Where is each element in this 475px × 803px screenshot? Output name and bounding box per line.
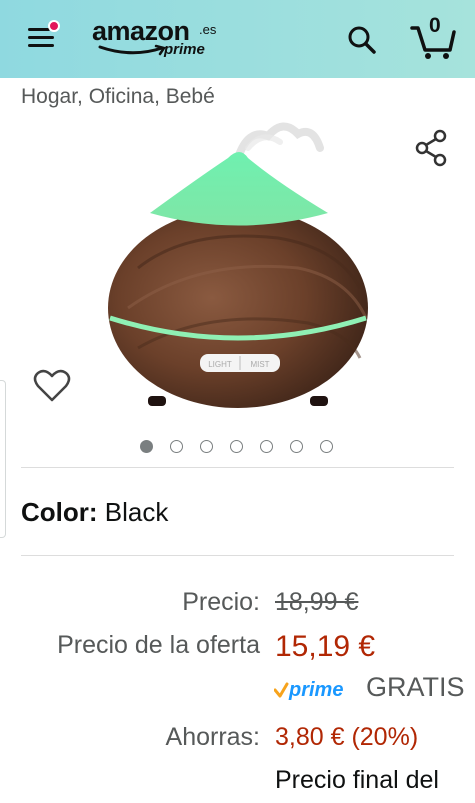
left-scroll-edge bbox=[0, 380, 6, 538]
shipping-text: GRATIS bbox=[366, 672, 465, 702]
light-button-label: LIGHT bbox=[208, 360, 232, 369]
share-button[interactable] bbox=[412, 128, 452, 168]
carousel-dot[interactable] bbox=[320, 440, 333, 453]
carousel-dot[interactable] bbox=[290, 440, 303, 453]
divider bbox=[21, 467, 454, 468]
color-label: Color: bbox=[21, 497, 98, 527]
carousel-indicator bbox=[140, 440, 333, 454]
logo-tld: .es bbox=[199, 22, 217, 37]
wishlist-button[interactable] bbox=[30, 366, 74, 406]
prime-badge: prime bbox=[273, 678, 354, 707]
diffuser-image: LIGHT MIST bbox=[108, 122, 368, 408]
carousel-dot[interactable] bbox=[260, 440, 273, 453]
color-selection[interactable]: Color: Black bbox=[21, 497, 168, 528]
deal-price-value: 15,19 € bbox=[275, 630, 376, 663]
product-image[interactable]: LIGHT MIST bbox=[98, 118, 388, 418]
search-button[interactable] bbox=[344, 22, 380, 58]
menu-icon bbox=[28, 28, 50, 31]
carousel-dot[interactable] bbox=[200, 440, 213, 453]
prime-check-icon: prime bbox=[273, 679, 343, 701]
breadcrumb[interactable]: Hogar, Oficina, Bebé bbox=[21, 85, 215, 109]
deal-price-label: Precio de la oferta bbox=[57, 631, 260, 659]
notification-dot bbox=[48, 20, 60, 32]
search-icon bbox=[348, 26, 376, 54]
prime-badge-text: prime bbox=[288, 679, 343, 701]
share-icon bbox=[415, 129, 447, 167]
cart-button[interactable]: 0 bbox=[408, 14, 458, 62]
top-nav-bar: amazon .es prime 0 bbox=[0, 0, 475, 78]
logo-prime: prime bbox=[164, 41, 205, 58]
final-price-label: Precio final del bbox=[275, 766, 439, 794]
list-price-value: 18,99 € bbox=[275, 588, 359, 616]
savings-label: Ahorras: bbox=[165, 723, 260, 751]
menu-button[interactable] bbox=[22, 20, 62, 56]
color-value: Black bbox=[104, 497, 169, 527]
cart-count: 0 bbox=[429, 14, 441, 37]
list-price-label: Precio: bbox=[182, 588, 260, 616]
heart-icon bbox=[33, 369, 71, 402]
amazon-logo[interactable]: amazon .es prime bbox=[90, 14, 230, 64]
menu-icon-bar bbox=[28, 44, 54, 47]
divider bbox=[21, 555, 454, 556]
mist-button-label: MIST bbox=[250, 360, 269, 369]
logo-smile-icon bbox=[98, 44, 167, 56]
carousel-dot[interactable] bbox=[230, 440, 243, 453]
carousel-dot[interactable] bbox=[170, 440, 183, 453]
menu-icon-bar bbox=[28, 36, 54, 39]
savings-value: 3,80 € (20%) bbox=[275, 723, 419, 751]
carousel-dot[interactable] bbox=[140, 440, 153, 453]
